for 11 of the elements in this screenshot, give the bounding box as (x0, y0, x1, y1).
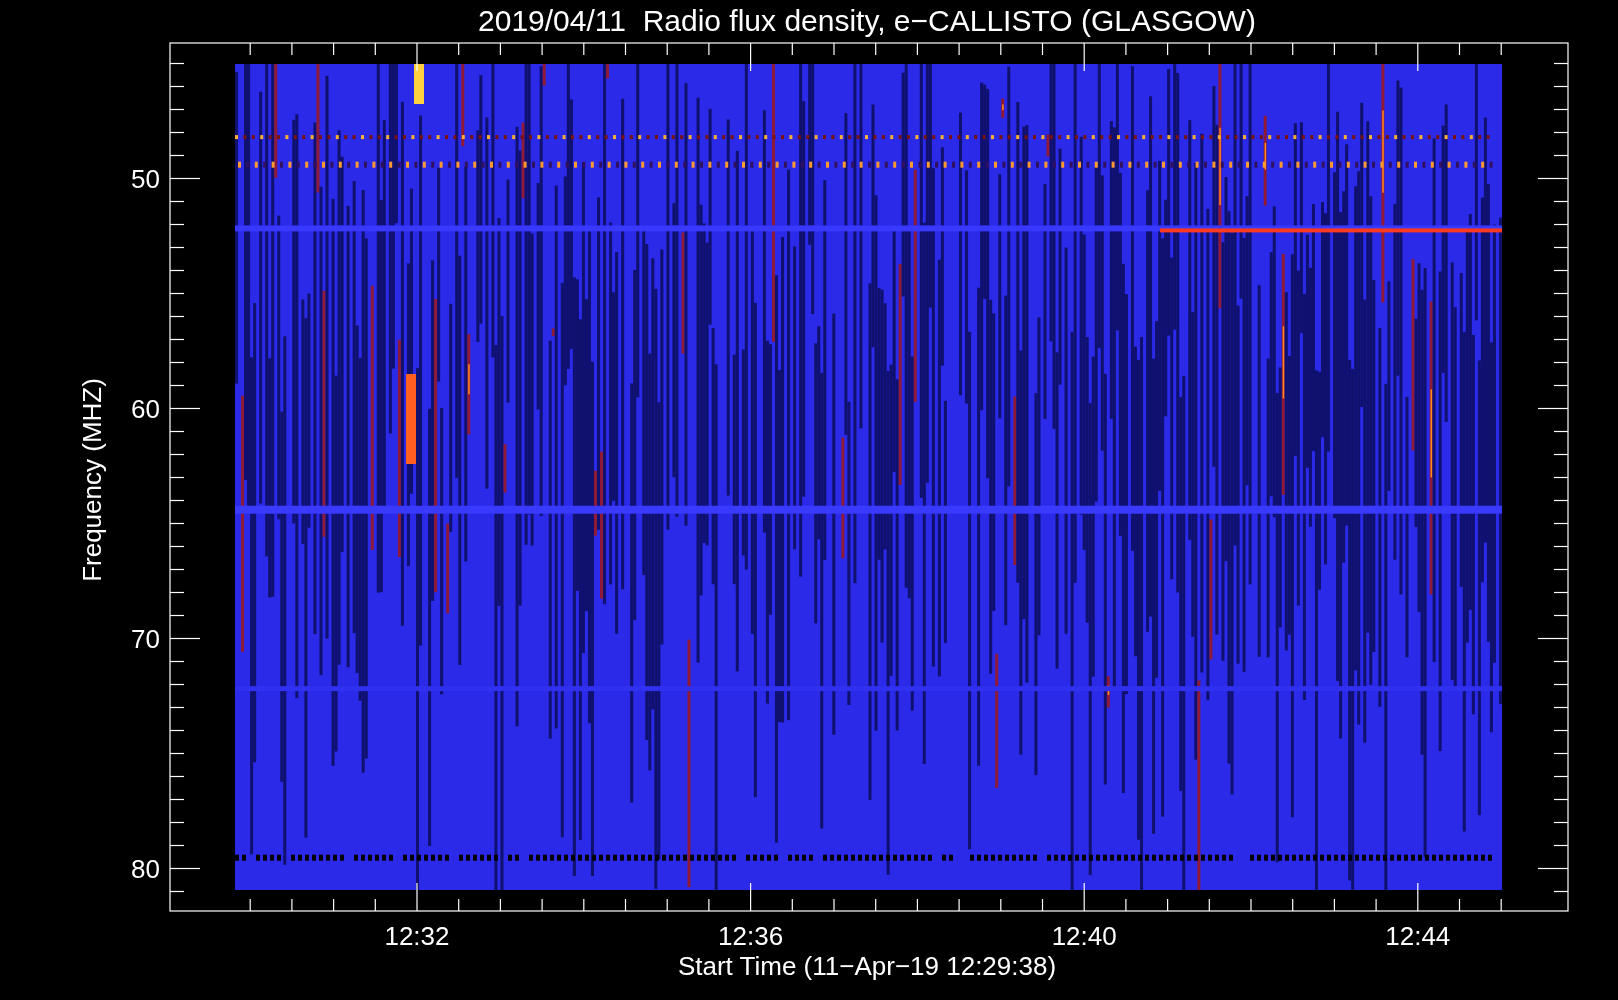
tick-label: 50 (131, 163, 160, 194)
tick-label: 12:40 (1051, 921, 1117, 951)
tick-label: 80 (131, 853, 160, 884)
plot-title: 2019/04/11 Radio flux density, e−CALLISTO (GLASGOW) (478, 4, 1256, 37)
axis-label: Frequency (MHZ) (77, 378, 107, 582)
tick-label: 12:32 (384, 921, 450, 951)
tick-label: 12:44 (1385, 921, 1451, 951)
axis-label: Start Time (11−Apr−19 12:29:38) (677, 951, 1057, 981)
tick-label: 12:36 (718, 921, 784, 951)
tick-label: 60 (131, 393, 160, 424)
tick-label: 70 (131, 623, 160, 654)
